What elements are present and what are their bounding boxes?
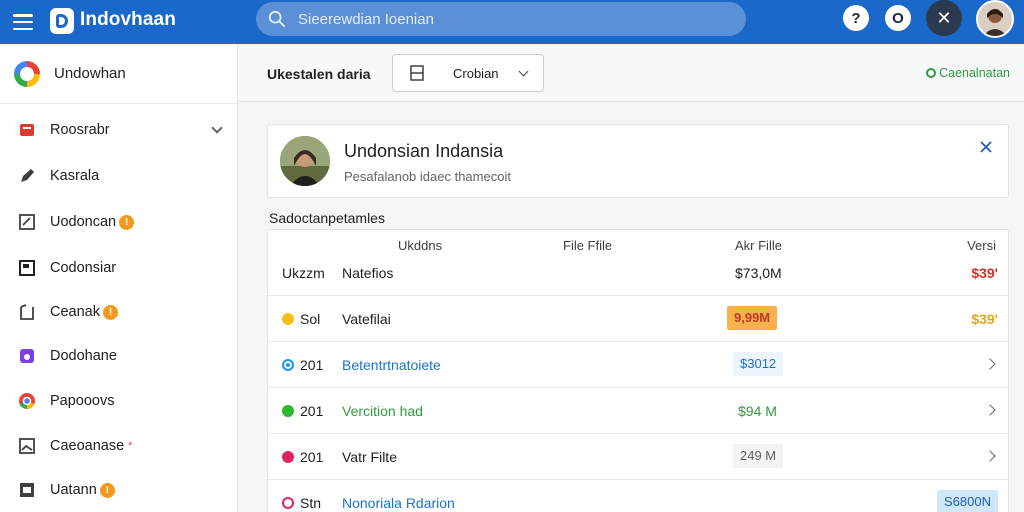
- pen-icon: [18, 167, 36, 185]
- row-size: $94 M: [738, 403, 777, 419]
- section-title: Sadoctanpetamles: [269, 210, 385, 226]
- profile-subtitle: Pesafalanob idaec thamecoit: [344, 169, 511, 184]
- status-icon: [926, 68, 937, 78]
- sidebar-item-label: Caeoanase: [50, 438, 125, 454]
- mark-indicator: *: [128, 440, 133, 452]
- row-id: 201: [300, 357, 324, 373]
- app-title: Indovhaan: [80, 9, 176, 30]
- sidebar-item-uodoncan[interactable]: Uodoncan !: [0, 202, 237, 242]
- profile-name: Undonsian Indansia: [344, 141, 504, 161]
- chevron-right-icon[interactable]: [984, 404, 996, 416]
- sidebar-item-label: Ceanak: [50, 304, 100, 320]
- sidebar-item-label: Papooovs: [50, 393, 115, 409]
- sidebar-item-codonsiar[interactable]: Codonsiar: [0, 248, 237, 288]
- status-indicator[interactable]: Caenalnatan: [926, 66, 1010, 80]
- row-size: $73,0M: [735, 265, 782, 281]
- photo-icon: [18, 481, 36, 499]
- sidebar-item-label: Kasrala: [50, 168, 100, 184]
- hamburger-icon[interactable]: [12, 11, 34, 33]
- chrome-icon: [18, 392, 36, 410]
- row-id: 201: [300, 403, 324, 419]
- sidebar-header-label: Undowhan: [54, 65, 126, 82]
- sidebar-item-dodohane[interactable]: Dodohane: [0, 336, 237, 376]
- clipboard-icon: [18, 303, 36, 321]
- status-dot: [282, 451, 294, 463]
- size-badge: $3012: [733, 352, 784, 376]
- sidebar-item-label: Uodoncan: [50, 214, 117, 230]
- sidebar-item-uatann[interactable]: Uatann !: [0, 470, 237, 510]
- chevron-down-icon: [518, 66, 529, 77]
- chevron-right-icon[interactable]: [984, 450, 996, 462]
- app-icon: [18, 347, 36, 365]
- sidebar: Undowhan Roosrabr Kasrala Uodoncan ! Cod…: [0, 44, 238, 512]
- row-name: Natefios: [342, 265, 394, 281]
- row-name: Vatefilai: [342, 311, 391, 327]
- page-title: Ukestalen daria: [267, 66, 371, 82]
- status-dot: [282, 313, 294, 325]
- search-input[interactable]: [298, 10, 746, 28]
- toolbar: Ukestalen daria Crobian Caenalnatan: [239, 44, 1024, 102]
- notification-icon[interactable]: O: [885, 5, 911, 31]
- sidebar-item-label: Roosrabr: [50, 122, 110, 138]
- row-id: Ukzzm: [282, 265, 325, 281]
- search-bar[interactable]: [256, 2, 746, 36]
- size-badge: S6800N: [937, 490, 998, 512]
- top-bar: Indovhaan ? O ✕: [0, 0, 1024, 44]
- sidebar-item-label: Dodohane: [50, 348, 117, 364]
- close-icon[interactable]: [978, 139, 994, 155]
- size-badge: 9,99M: [727, 306, 778, 330]
- image-icon: [18, 437, 36, 455]
- chevron-right-icon[interactable]: [984, 358, 996, 370]
- search-icon: [268, 10, 286, 28]
- google-icon: [14, 60, 40, 87]
- close-icon[interactable]: ✕: [926, 0, 962, 36]
- sidebar-item-label: Uatann: [50, 482, 97, 498]
- dropdown-label: Crobian: [453, 65, 499, 81]
- row-name-link[interactable]: Nonoriala Rdarion: [342, 495, 455, 511]
- layout-toggle-button[interactable]: [392, 54, 442, 92]
- status-dot: [282, 497, 294, 509]
- sidebar-item-ceanak[interactable]: Ceanak !: [0, 292, 237, 332]
- app-logo: [50, 8, 74, 34]
- status-dot: [282, 359, 294, 371]
- chevron-down-icon[interactable]: [211, 122, 223, 134]
- row-id: Stn: [300, 495, 322, 511]
- dashboard-icon: [18, 121, 36, 139]
- profile-avatar: [280, 136, 330, 186]
- alert-badge: !: [119, 214, 135, 230]
- alert-badge: !: [99, 482, 115, 498]
- row-name-link[interactable]: Vercition had: [342, 403, 423, 419]
- row-version: $39': [971, 265, 998, 281]
- table-row[interactable]: 201 Betentrtnatoiete $3012: [268, 341, 1008, 387]
- row-id: Sol: [300, 311, 321, 327]
- sidebar-item-kasrala[interactable]: Kasrala: [0, 156, 237, 196]
- profile-card: Undonsian Indansia Pesafalanob idaec tha…: [267, 124, 1009, 198]
- sidebar-item-roosrabr[interactable]: Roosrabr: [0, 110, 237, 150]
- edit-box-icon: [18, 213, 36, 231]
- status-dot: [282, 405, 294, 417]
- table-row[interactable]: 201 Vercition had $94 M: [268, 387, 1008, 433]
- table-row[interactable]: Ukzzm Natefios $73,0M $39': [268, 250, 1008, 296]
- sidebar-item-caeoanase[interactable]: Caeoanase *: [0, 426, 237, 466]
- row-id: 201: [300, 449, 324, 465]
- table-row[interactable]: Stn Nonoriala Rdarion S6800N: [268, 479, 1008, 512]
- sidebar-header[interactable]: Undowhan: [0, 44, 237, 104]
- row-version: $39': [971, 311, 998, 327]
- sidebar-item-label: Codonsiar: [50, 260, 117, 276]
- row-name-link[interactable]: Betentrtnatoiete: [342, 357, 441, 373]
- user-avatar[interactable]: [976, 0, 1014, 38]
- table-row[interactable]: Sol Vatefilai 9,99M $39': [268, 295, 1008, 341]
- files-table: Ukddns File Ffile Akr Fille Versi Ukzzm …: [267, 229, 1009, 512]
- view-dropdown[interactable]: Crobian: [441, 54, 544, 92]
- row-name: Vatr Filte: [342, 449, 397, 465]
- document-icon: [18, 259, 36, 277]
- layout-icon: [410, 65, 424, 81]
- sidebar-item-papooovs[interactable]: Papooovs: [0, 381, 237, 421]
- alert-badge: !: [102, 304, 118, 320]
- status-label: Caenalnatan: [939, 66, 1010, 80]
- help-icon[interactable]: ?: [843, 5, 869, 31]
- table-row[interactable]: 201 Vatr Filte 249 M: [268, 433, 1008, 479]
- size-badge: 249 M: [733, 444, 784, 468]
